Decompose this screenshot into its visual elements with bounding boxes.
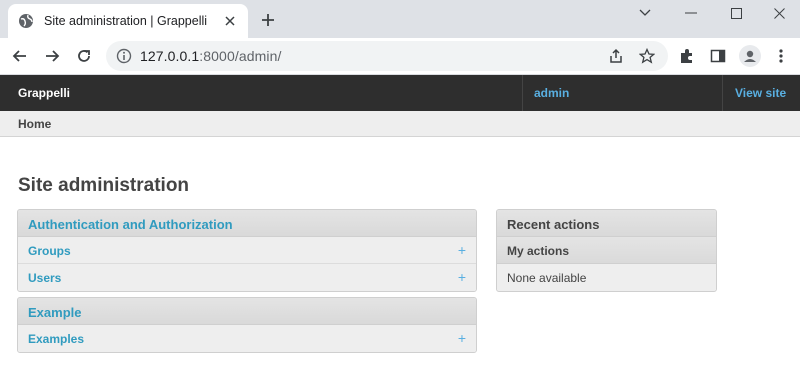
add-examples-button[interactable]: + — [458, 330, 466, 346]
share-icon[interactable] — [606, 46, 626, 66]
breadcrumb-home: Home — [18, 117, 52, 131]
model-link-examples[interactable]: Examples — [28, 332, 84, 346]
recent-actions-module: Recent actions My actions None available — [496, 209, 717, 292]
browser-toolbar: 127.0.0.1:8000/admin/ — [0, 38, 800, 75]
app-module-auth: Authentication and Authorization Groups … — [17, 209, 477, 292]
add-users-button[interactable]: + — [458, 269, 466, 285]
view-site-link[interactable]: View site — [722, 75, 800, 111]
model-link-users[interactable]: Users — [28, 271, 61, 285]
add-groups-button[interactable]: + — [458, 242, 466, 258]
user-menu[interactable]: admin — [522, 75, 722, 111]
profile-icon[interactable] — [739, 45, 761, 67]
empty-text: None available — [507, 271, 587, 285]
app-header[interactable]: Authentication and Authorization — [18, 210, 476, 237]
kebab-menu-icon[interactable] — [770, 45, 792, 67]
my-actions-header: My actions — [497, 237, 716, 264]
model-row-examples: Examples + — [18, 325, 476, 352]
chevron-down-icon[interactable] — [622, 0, 668, 26]
app-title[interactable]: Example — [28, 305, 81, 320]
forward-arrow-icon[interactable] — [40, 44, 64, 68]
model-link-groups[interactable]: Groups — [28, 244, 71, 258]
app-title[interactable]: Authentication and Authorization — [28, 217, 233, 232]
recent-actions-empty: None available — [497, 264, 716, 290]
side-panel-icon[interactable] — [707, 45, 729, 67]
url-path: :8000/admin/ — [199, 48, 282, 64]
browser-tab[interactable]: Site administration | Grappelli — [8, 4, 248, 38]
app-module-example: Example Examples + — [17, 297, 477, 353]
recent-actions-header: Recent actions — [497, 210, 716, 237]
user-name[interactable]: admin — [534, 86, 569, 100]
close-window-icon[interactable] — [756, 0, 800, 26]
url-host: 127.0.0.1 — [140, 48, 200, 64]
model-row-groups: Groups + — [18, 237, 476, 264]
app-header[interactable]: Example — [18, 298, 476, 325]
extensions-icon[interactable] — [676, 45, 698, 67]
star-icon[interactable] — [637, 46, 657, 66]
view-site-label[interactable]: View site — [735, 86, 786, 100]
address-bar[interactable]: 127.0.0.1:8000/admin/ — [106, 41, 668, 71]
back-arrow-icon[interactable] — [8, 44, 32, 68]
recent-actions-title: Recent actions — [507, 217, 600, 232]
close-icon[interactable] — [222, 13, 238, 29]
my-actions-title: My actions — [507, 244, 570, 258]
maximize-icon[interactable] — [713, 0, 759, 26]
breadcrumb: Home — [0, 111, 800, 137]
page-title: Site administration — [18, 175, 190, 196]
tab-title: Site administration | Grappelli — [44, 14, 208, 28]
url-text: 127.0.0.1:8000/admin/ — [140, 48, 281, 64]
globe-icon — [18, 13, 34, 29]
browser-tab-strip: Site administration | Grappelli — [0, 0, 800, 38]
reload-icon[interactable] — [72, 44, 96, 68]
info-icon[interactable] — [116, 48, 132, 64]
minimize-icon[interactable] — [668, 0, 714, 26]
model-row-users: Users + — [18, 264, 476, 291]
plus-icon[interactable] — [258, 10, 278, 30]
admin-header: Grappelli admin View site — [0, 75, 800, 111]
brand-title[interactable]: Grappelli — [18, 86, 70, 100]
